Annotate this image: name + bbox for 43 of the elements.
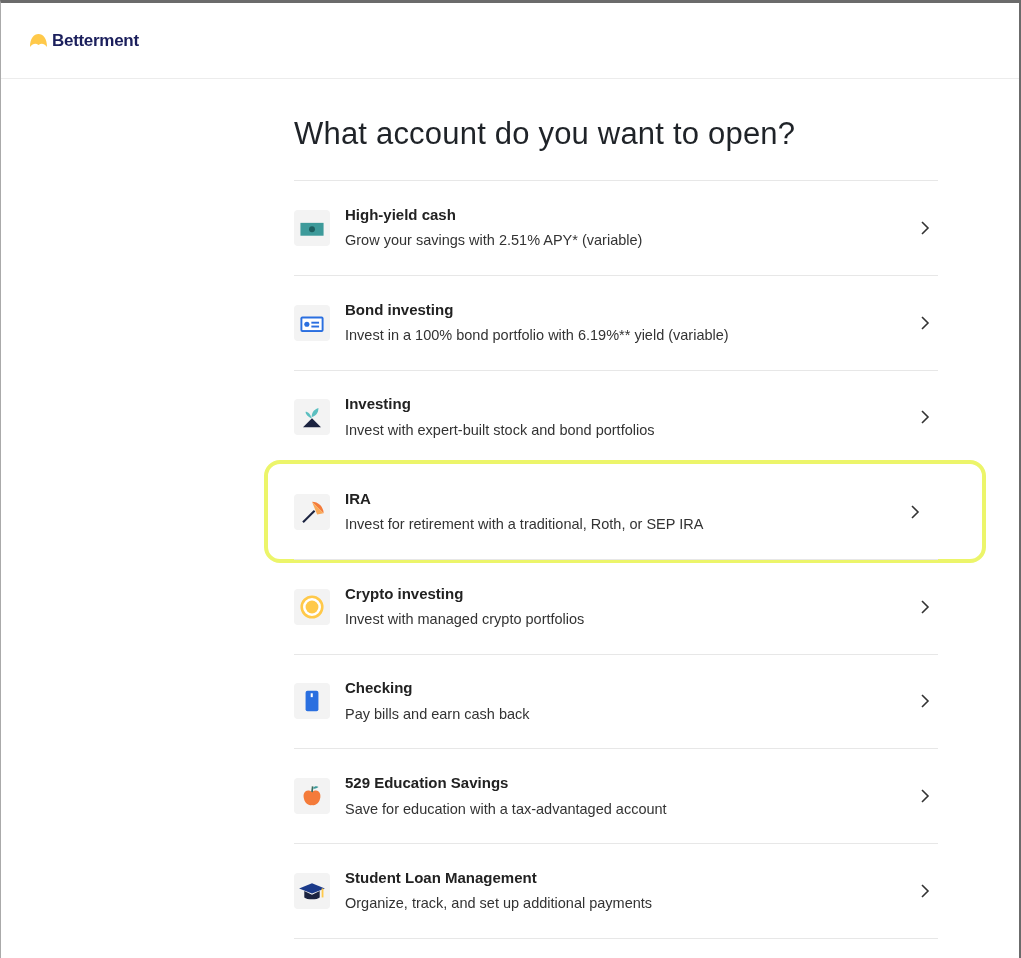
chevron-right-icon (920, 694, 930, 709)
account-title: IRA (345, 488, 372, 509)
account-title: Checking (345, 678, 414, 699)
account-option[interactable]: High-yield cash Grow your savings with 2.51% APY* (variable) (294, 180, 938, 275)
account-option[interactable]: IRA Invest for retirement with a traditional, Roth, or SEP IRA (268, 464, 982, 559)
chevron-right-icon (920, 599, 930, 614)
account-description: Invest with managed crypto portfolios (345, 610, 586, 630)
chevron-right-icon (920, 315, 930, 330)
account-description: Grow your savings with 2.51% APY* (variable) (345, 231, 644, 251)
umbrella-icon (294, 494, 330, 531)
account-title: Crypto investing (345, 583, 465, 604)
chevron-right-icon (920, 789, 930, 804)
account-description: Pay bills and earn cash back (345, 704, 531, 724)
graduation-cap-icon (294, 872, 330, 909)
chevron-right-icon (920, 221, 930, 236)
account-option[interactable]: Crypto investing Invest with managed crypto portfolios (294, 558, 938, 654)
coin-icon (294, 588, 330, 625)
account-title: Student Loan Management (345, 867, 538, 888)
id-card-icon (294, 304, 330, 341)
account-description: Invest for retirement with a traditional, Roth, or SEP IRA (345, 515, 705, 535)
account-description: Organize, track, and set up additional payments (345, 894, 654, 914)
account-description: Invest in a 100% bond portfolio with 6.19%** yield (variable) (345, 326, 730, 346)
cash-icon (294, 210, 330, 247)
chevron-right-icon (910, 505, 920, 520)
account-option[interactable]: Student Loan Management Organize, track, and set up additional payments (294, 843, 938, 938)
chevron-right-icon (920, 410, 930, 425)
logo-icon (29, 34, 48, 47)
apple-icon (294, 778, 330, 815)
sprout-icon (294, 399, 330, 436)
account-option[interactable]: Checking Pay bills and earn cash back (294, 653, 938, 749)
account-title: Investing (345, 394, 412, 415)
page-heading: What account do you want to open? (294, 115, 797, 153)
account-title: High-yield cash (345, 204, 457, 225)
account-title: Bond investing (345, 299, 455, 320)
account-description: Save for education with a tax-advantaged account (345, 799, 668, 819)
chevron-right-icon (920, 883, 930, 898)
brand-name[interactable]: Betterment (52, 27, 139, 54)
phone-icon (294, 683, 330, 720)
account-option[interactable]: Bond investing Invest in a 100% bond portfolio with 6.19%** yield (variable) (294, 274, 938, 370)
account-description: Invest with expert-built stock and bond portfolios (345, 420, 656, 440)
account-option[interactable]: Investing Invest with expert-built stock and bond portfolios (294, 369, 938, 465)
account-title: 529 Education Savings (345, 773, 510, 794)
account-option[interactable]: 529 Education Savings Save for education with a tax-advantaged account (294, 748, 938, 843)
